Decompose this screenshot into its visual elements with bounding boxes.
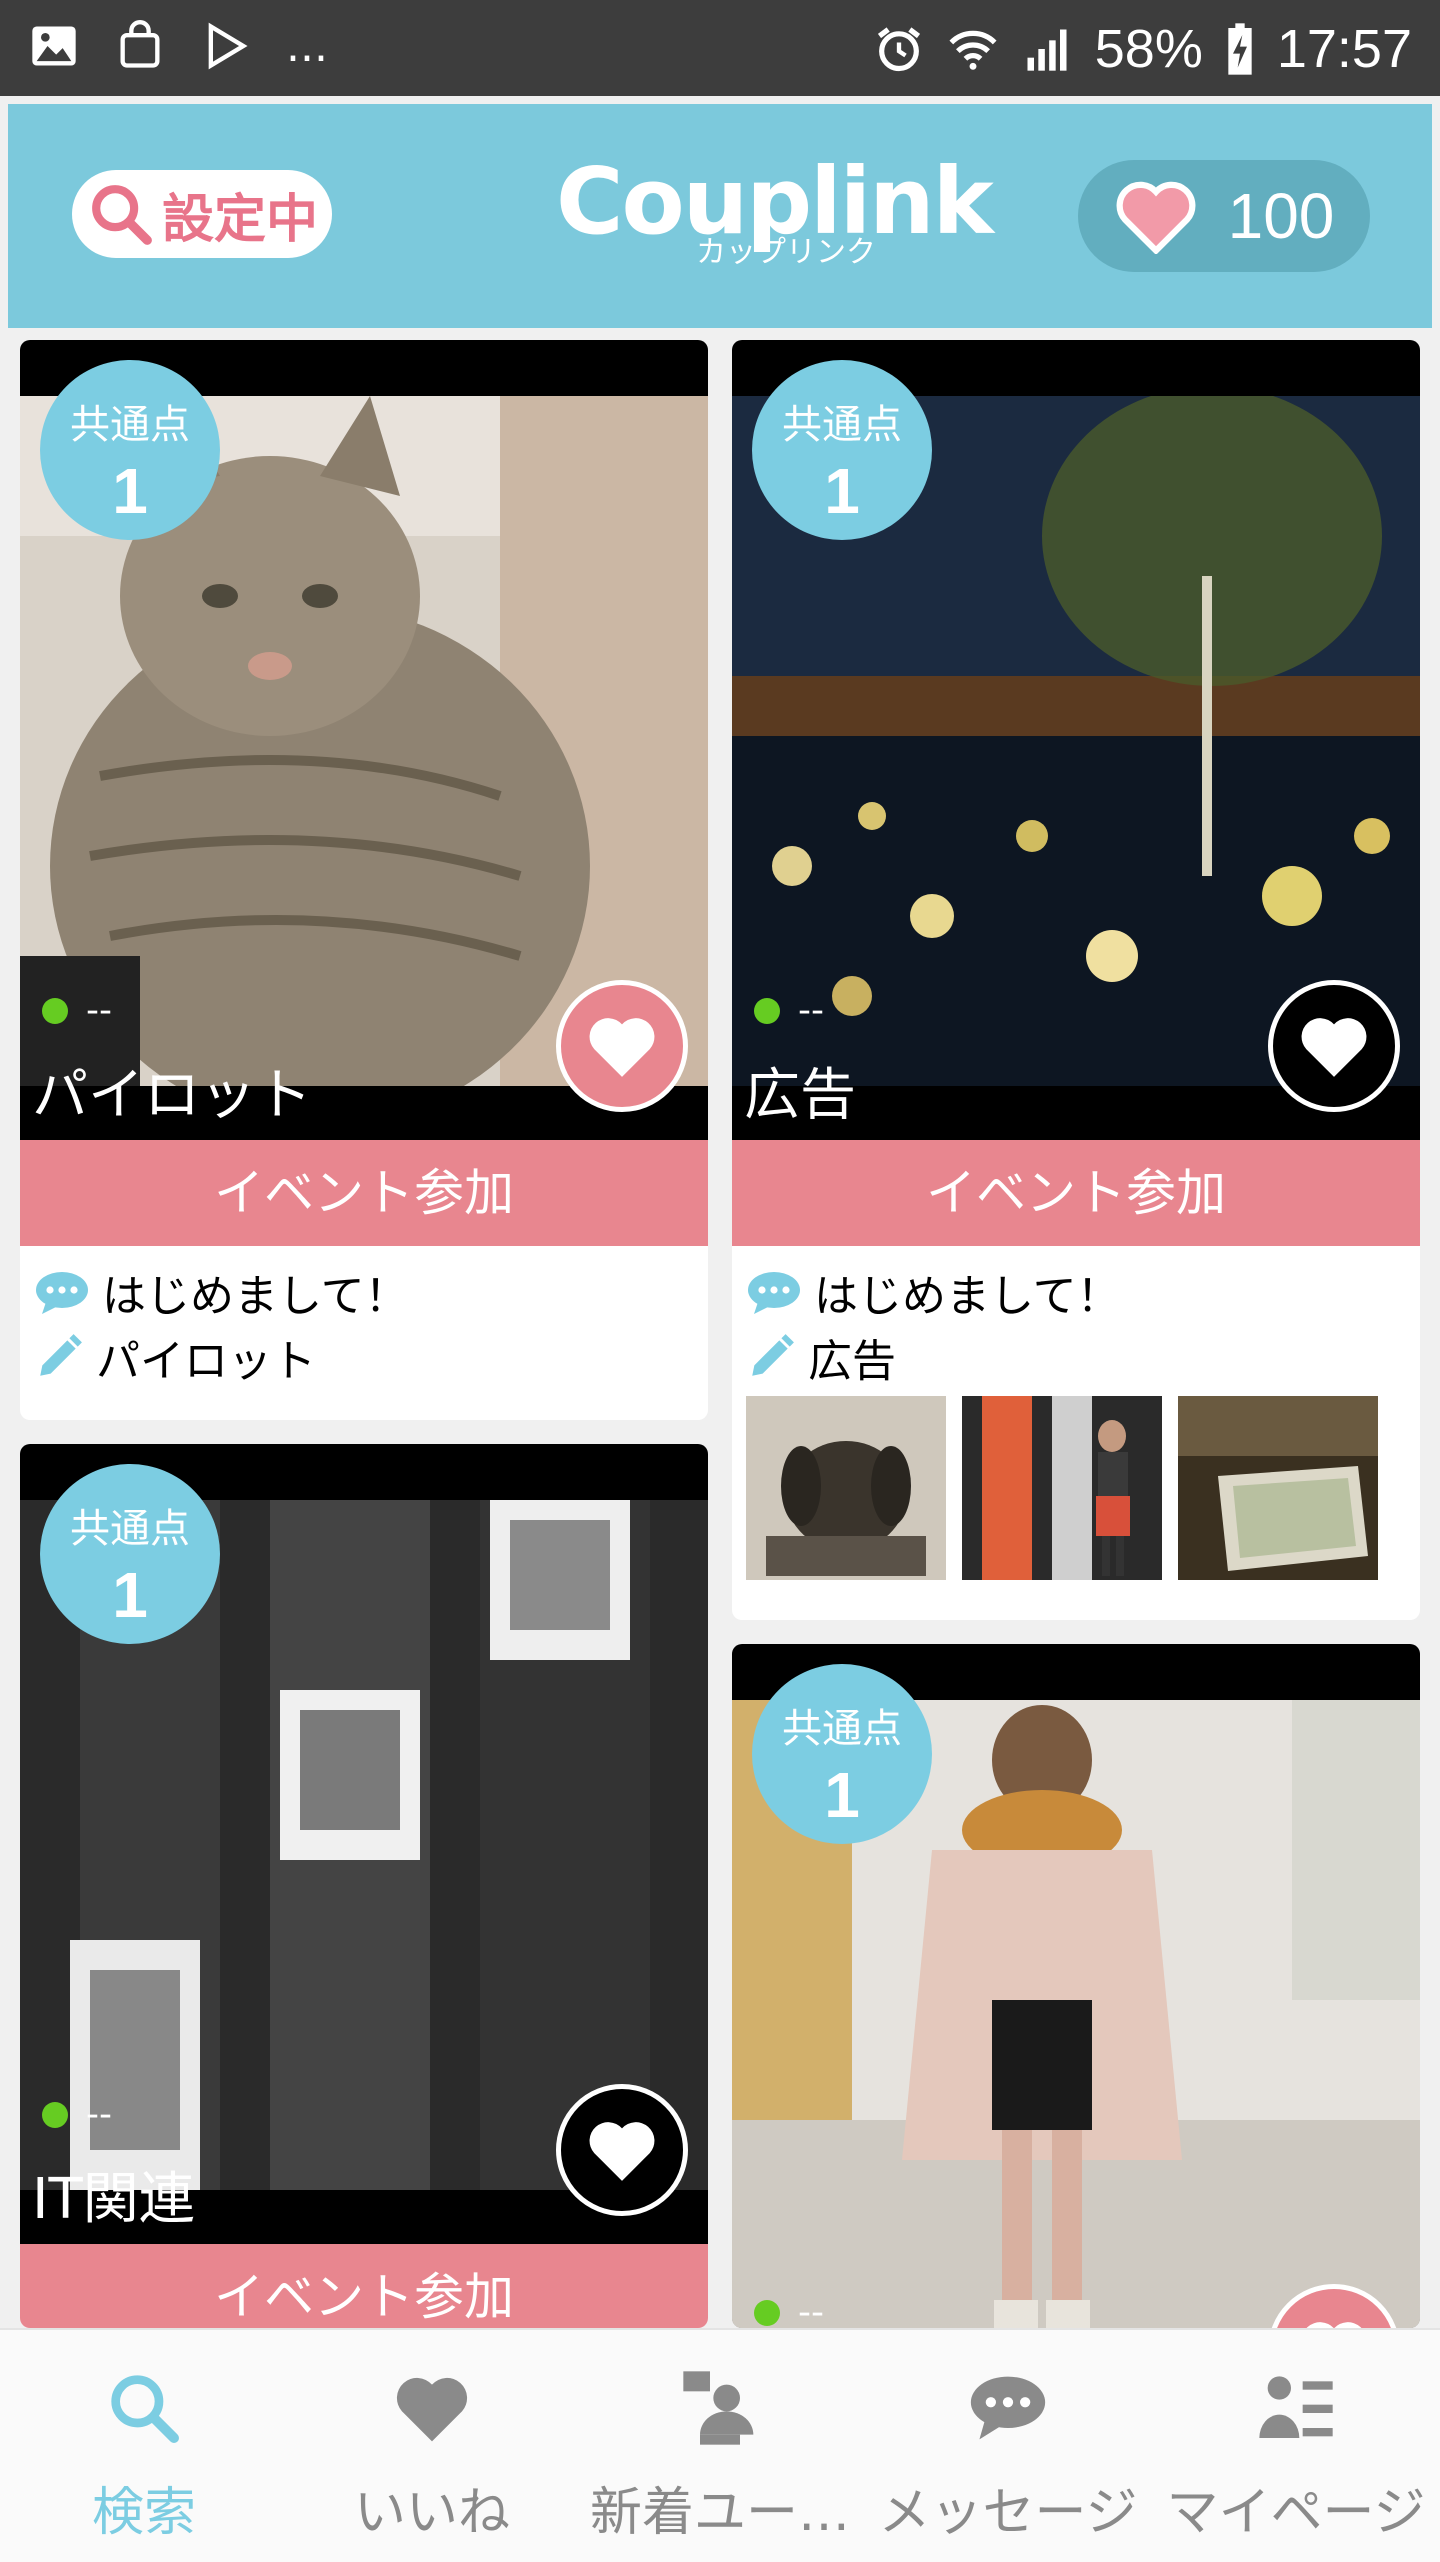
status-text: -- [798, 990, 824, 1031]
new-user-icon [683, 2371, 754, 2445]
photo-thumbnails [746, 1396, 1378, 1580]
like-button[interactable] [556, 2084, 688, 2216]
status-more: ... [286, 20, 328, 72]
heart-icon [589, 1018, 655, 1077]
nav-messages[interactable]: メッセージ [864, 2330, 1152, 2562]
heart-icon [1116, 181, 1196, 254]
nav-label: メッセージ [878, 2483, 1138, 2543]
app-header: 設定中 Couplink カップリンク 100 [8, 104, 1432, 328]
online-status: -- [42, 2094, 112, 2135]
nav-label: マイページ [1166, 2483, 1426, 2543]
battery-percent: 58% [1094, 19, 1203, 79]
bottom-navigation: 検索 いいね 新着ユー… メッセージ マイページ [0, 2328, 1440, 2562]
greeting-message: はじめまして！ [34, 1260, 409, 1324]
heart-icon [396, 2377, 468, 2442]
online-dot [754, 2299, 780, 2326]
likes-counter[interactable]: 100 [1078, 160, 1370, 272]
status-bar: ... 58% 17:57 [0, 0, 1440, 96]
pencil-icon [752, 1334, 794, 1376]
wifi-icon [949, 30, 997, 70]
description-text: 広告 [808, 1336, 896, 1387]
heart-icon [1306, 2322, 1362, 2328]
logo-subtext: カップリンク [696, 235, 876, 270]
search-settings-label: 設定中 [161, 189, 318, 250]
signal-icon [1027, 29, 1067, 71]
like-button[interactable] [556, 980, 688, 1112]
nav-search[interactable]: 検索 [0, 2330, 288, 2562]
pencil-icon [40, 1334, 82, 1376]
nav-label: 検索 [91, 2483, 196, 2543]
search-settings-button[interactable]: 設定中 [72, 170, 332, 258]
search-icon [111, 2375, 179, 2443]
common-points-badge: 共通点 1 [752, 1664, 932, 1844]
heart-icon [1301, 1018, 1367, 1077]
like-button[interactable] [1268, 980, 1400, 1112]
greeting-text: はじめまして！ [102, 1271, 409, 1322]
likes-count: 100 [1227, 180, 1335, 252]
heart-icon [589, 2122, 655, 2181]
common-points-label: 共通点 [70, 402, 190, 448]
common-points-badge: 共通点 1 [40, 1464, 220, 1644]
app-logo: Couplink カップリンク [556, 152, 994, 282]
profile-photo[interactable]: 共通点 1 -- 広告 [732, 340, 1420, 1140]
common-points-count: 1 [824, 455, 860, 527]
description-text: パイロット [96, 1336, 316, 1387]
profile-photo[interactable]: 共通点 1 -- IT関連 [20, 1444, 708, 2244]
profile-card[interactable]: 共通点 1 -- パイロット イベント参加 はじめまして！ パイロット [20, 340, 708, 1420]
nav-likes[interactable]: いいね [288, 2330, 576, 2562]
common-points-count: 1 [112, 1559, 148, 1631]
common-points-count: 1 [112, 455, 148, 527]
image-icon [32, 26, 76, 66]
profile-card[interactable]: 共通点 1 -- 広告 イベント参加 はじめまして！ 広告 [732, 340, 1420, 1620]
search-icon [92, 185, 152, 245]
online-status: -- [754, 990, 824, 1031]
shopping-bag-icon [120, 20, 160, 68]
common-points-count: 1 [824, 1759, 860, 1831]
clock: 17:57 [1276, 19, 1412, 79]
event-join-button[interactable]: イベント参加 [732, 1140, 1420, 1246]
profile-description: 広告 [746, 1325, 896, 1389]
common-points-label: 共通点 [70, 1506, 190, 1552]
nav-new-users[interactable]: 新着ユー… [576, 2330, 864, 2562]
online-dot [42, 2101, 68, 2128]
profile-name: パイロット [32, 1063, 312, 1128]
profile-card[interactable]: 共通点 1 -- [732, 1644, 1420, 2328]
profile-icon [1259, 2376, 1333, 2438]
profile-name: IT関連 [32, 2167, 195, 2232]
profile-card[interactable]: 共通点 1 -- IT関連 イベント参加 [20, 1444, 708, 2328]
nav-label: いいね [353, 2483, 510, 2543]
nav-mypage[interactable]: マイページ [1152, 2330, 1440, 2562]
common-points-badge: 共通点 1 [40, 360, 220, 540]
online-status: -- [754, 2292, 824, 2328]
thumbnail-tablet[interactable] [1178, 1396, 1378, 1580]
event-join-button[interactable]: イベント参加 [20, 2244, 708, 2328]
profile-photo[interactable]: 共通点 1 -- [732, 1644, 1420, 2328]
event-join-button[interactable]: イベント参加 [20, 1140, 708, 1246]
online-status: -- [42, 990, 112, 1031]
common-points-label: 共通点 [782, 1706, 902, 1752]
online-dot [754, 997, 780, 1024]
nav-label: 新着ユー… [589, 2483, 850, 2543]
status-text: -- [86, 990, 112, 1031]
thumbnail-dog[interactable] [746, 1396, 946, 1580]
chat-bubble-icon [748, 1272, 800, 1314]
profile-name: 広告 [744, 1063, 856, 1128]
chat-bubble-icon [36, 1272, 88, 1314]
common-points-badge: 共通点 1 [752, 360, 932, 540]
profile-photo[interactable]: 共通点 1 -- パイロット [20, 340, 708, 1140]
message-icon [970, 2376, 1046, 2440]
online-dot [42, 997, 68, 1024]
common-points-label: 共通点 [782, 402, 902, 448]
play-store-icon [208, 22, 248, 70]
greeting-text: はじめまして！ [814, 1271, 1121, 1322]
profile-description: パイロット [34, 1325, 316, 1389]
greeting-message: はじめまして！ [746, 1260, 1121, 1324]
status-text: -- [798, 2292, 824, 2328]
thumbnail-woman-door[interactable] [962, 1396, 1162, 1580]
battery-icon [1228, 23, 1252, 75]
alarm-icon [877, 27, 920, 72]
status-text: -- [86, 2094, 112, 2135]
